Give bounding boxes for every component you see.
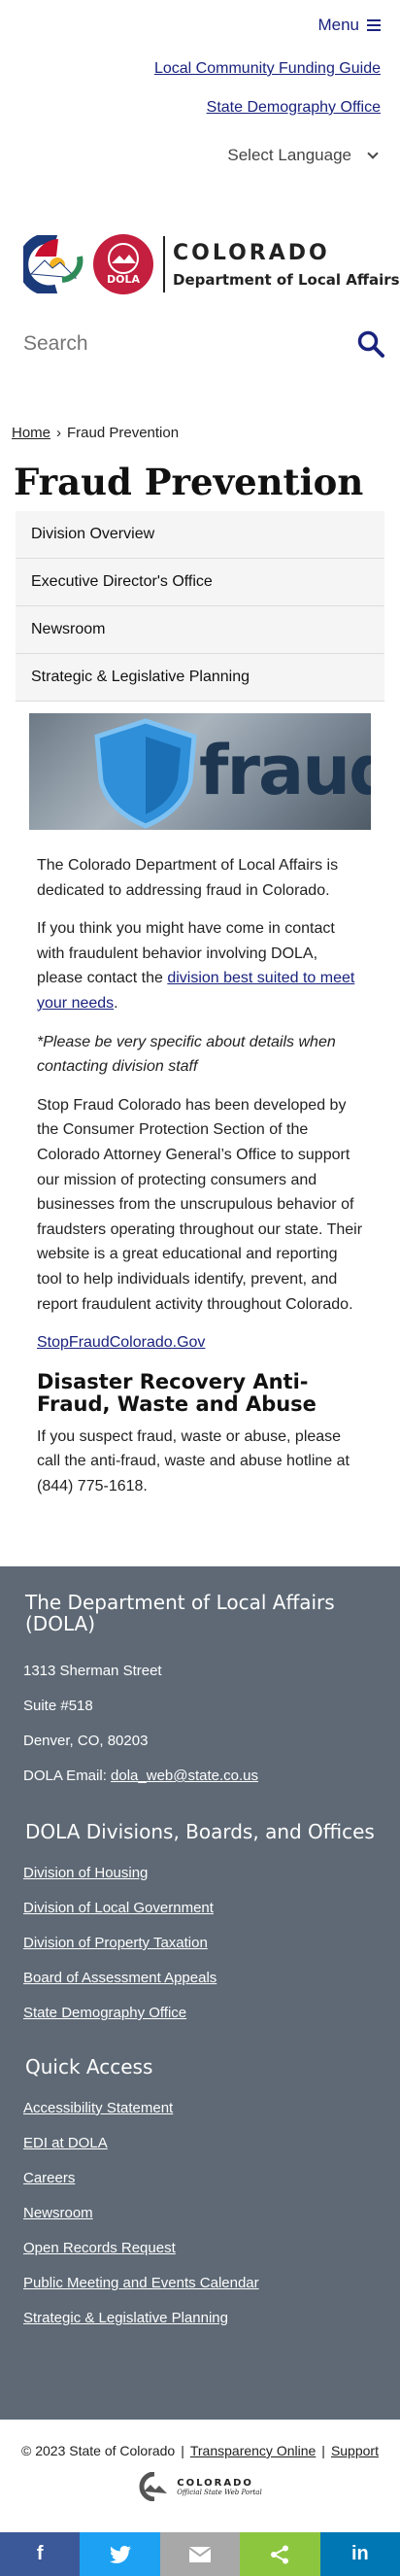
footer-divisions-list: Division of Housing Division of Local Go…: [0, 1856, 400, 2031]
dola-badge-icon: DOLA: [93, 234, 153, 294]
share-icon: [271, 2545, 289, 2563]
twitter-share-button[interactable]: [80, 2532, 160, 2576]
specific-note: *Please be very specific about details w…: [37, 1030, 365, 1080]
copyright-bar: © 2023 State of Colorado | Transparency On…: [0, 2420, 400, 2532]
address-line: 1313 Sherman Street: [23, 1663, 162, 1679]
state-demography-office-link[interactable]: State Demography Office: [0, 99, 381, 117]
stop-fraud-paragraph: Stop Fraud Colorado has been developed b…: [37, 1096, 363, 1313]
language-select[interactable]: Select Language: [227, 146, 381, 165]
email-share-button[interactable]: [159, 2532, 241, 2576]
breadcrumb-home-link[interactable]: Home: [12, 425, 50, 441]
footer-link-board-of-assessment-appeals[interactable]: Board of Assessment Appeals: [23, 1961, 400, 1996]
footer-link-state-demography-office[interactable]: State Demography Office: [23, 1996, 400, 2031]
colorado-c-logo-icon: [17, 232, 89, 296]
breadcrumb-current: Fraud Prevention: [67, 425, 180, 441]
stop-fraud-link-wrap: StopFraudColorado.Gov: [37, 1330, 365, 1356]
copyright-separator: |: [181, 2443, 184, 2458]
hamburger-icon: [367, 17, 381, 34]
footer-link-public-meeting-calendar[interactable]: Public Meeting and Events Calendar: [23, 2266, 400, 2301]
portal-subtitle: Official State Web Portal: [177, 2488, 262, 2496]
portal-name: COLORADO: [177, 2477, 253, 2489]
logo-divider: [163, 236, 165, 292]
header-links: Menu Local Community Funding Guide State…: [0, 0, 400, 165]
logo-state-name: COLORADO: [173, 240, 330, 265]
local-community-funding-guide-link[interactable]: Local Community Funding Guide: [0, 60, 381, 78]
email-label: DOLA Email:: [23, 1768, 112, 1784]
dola-badge-label: DOLA: [106, 273, 140, 286]
social-share-bar: f in: [0, 2532, 400, 2576]
hotline-paragraph: If you suspect fraud, waste or abuse, pl…: [37, 1427, 350, 1494]
specific-note-text: *Please be very specific about details w…: [37, 1033, 336, 1076]
menu-label: Menu: [317, 16, 359, 34]
footer-quick-access-list: Accessibility Statement EDI at DOLA Care…: [0, 2091, 400, 2336]
hero-fraud-word: fraud: [199, 731, 371, 810]
fraud-hero-image: fraud: [29, 713, 371, 830]
logo-department-name: Department of Local Affairs: [173, 270, 400, 289]
footer-link-newsroom[interactable]: Newsroom: [23, 2196, 400, 2231]
breadcrumb: Home › Fraud Prevention: [0, 425, 400, 441]
facebook-icon: f: [36, 2543, 44, 2564]
footer-link-open-records-request[interactable]: Open Records Request: [23, 2231, 400, 2266]
search-bar: [0, 325, 400, 363]
copyright-separator: |: [321, 2443, 325, 2458]
linkedin-share-button[interactable]: in: [319, 2532, 400, 2576]
footer-email-row: DOLA Email: dola_web@state.co.us: [23, 1759, 400, 1794]
footer-link-division-of-housing[interactable]: Division of Housing: [23, 1856, 400, 1891]
disaster-recovery-heading: Disaster Recovery Anti-Fraud, Waste and …: [37, 1369, 317, 1417]
chevron-down-icon: [367, 148, 379, 159]
facebook-share-button[interactable]: f: [0, 2532, 81, 2576]
address-line: Denver, CO, 80203: [23, 1733, 149, 1749]
dola-email-link[interactable]: dola_web@state.co.us: [111, 1768, 258, 1784]
nav-item-division-overview[interactable]: Division Overview: [16, 511, 384, 559]
footer-link-division-of-local-government[interactable]: Division of Local Government: [23, 1891, 400, 1926]
state-portal-logo[interactable]: COLORADO Official State Web Portal: [138, 2472, 262, 2501]
email-icon: [189, 2546, 212, 2562]
footer-quick-access-title: Quick Access: [25, 2055, 153, 2078]
site-logo[interactable]: DOLA COLORADO Department of Local Affair…: [0, 229, 400, 299]
address-line: Suite #518: [23, 1698, 93, 1714]
footer-link-accessibility-statement[interactable]: Accessibility Statement: [23, 2091, 400, 2126]
search-input[interactable]: [23, 332, 315, 356]
contact-paragraph: If you think you might have come in cont…: [37, 916, 365, 1015]
language-label: Select Language: [227, 146, 351, 164]
footer-dept-title: The Department of Local Affairs (DOLA): [25, 1591, 335, 1635]
footer-link-strategic-legislative-planning[interactable]: Strategic & Legislative Planning: [23, 2301, 400, 2336]
footer-link-division-of-property-taxation[interactable]: Division of Property Taxation: [23, 1926, 400, 1961]
footer-divisions-title: DOLA Divisions, Boards, and Offices: [25, 1820, 375, 1843]
support-link[interactable]: Support: [331, 2443, 379, 2458]
twitter-icon: [109, 2545, 131, 2563]
menu-button[interactable]: Menu: [317, 16, 381, 35]
colorado-portal-icon: [139, 2472, 168, 2501]
generic-share-button[interactable]: [240, 2532, 320, 2576]
nav-item-executive-directors-office[interactable]: Executive Director's Office: [16, 559, 384, 606]
linkedin-icon: in: [350, 2543, 369, 2564]
breadcrumb-separator: ›: [56, 425, 62, 441]
nav-item-strategic-legislative-planning[interactable]: Strategic & Legislative Planning: [16, 654, 384, 702]
footer-link-careers[interactable]: Careers: [23, 2161, 400, 2196]
copyright-row: © 2023 State of Colorado | Transparency On…: [0, 2420, 400, 2458]
contact-period: .: [114, 994, 118, 1012]
site-footer: The Department of Local Affairs (DOLA) 1…: [0, 1566, 400, 2420]
intro-paragraph: The Colorado Department of Local Affairs…: [37, 857, 339, 899]
section-nav: Division Overview Executive Director's O…: [16, 511, 384, 702]
main-content: The Colorado Department of Local Affairs…: [0, 853, 400, 1499]
nav-item-newsroom[interactable]: Newsroom: [16, 606, 384, 654]
stop-fraud-colorado-link[interactable]: StopFraudColorado.Gov: [37, 1334, 205, 1351]
footer-address: 1313 Sherman Street Suite #518 Denver, C…: [0, 1654, 400, 1794]
transparency-online-link[interactable]: Transparency Online: [190, 2443, 316, 2458]
copyright-text: © 2023 State of Colorado: [21, 2443, 176, 2458]
footer-link-edi-at-dola[interactable]: EDI at DOLA: [23, 2126, 400, 2161]
search-icon[interactable]: [357, 330, 384, 358]
page-title: Fraud Prevention: [14, 461, 364, 503]
logo-text: COLORADO Department of Local Affairs: [173, 241, 400, 289]
